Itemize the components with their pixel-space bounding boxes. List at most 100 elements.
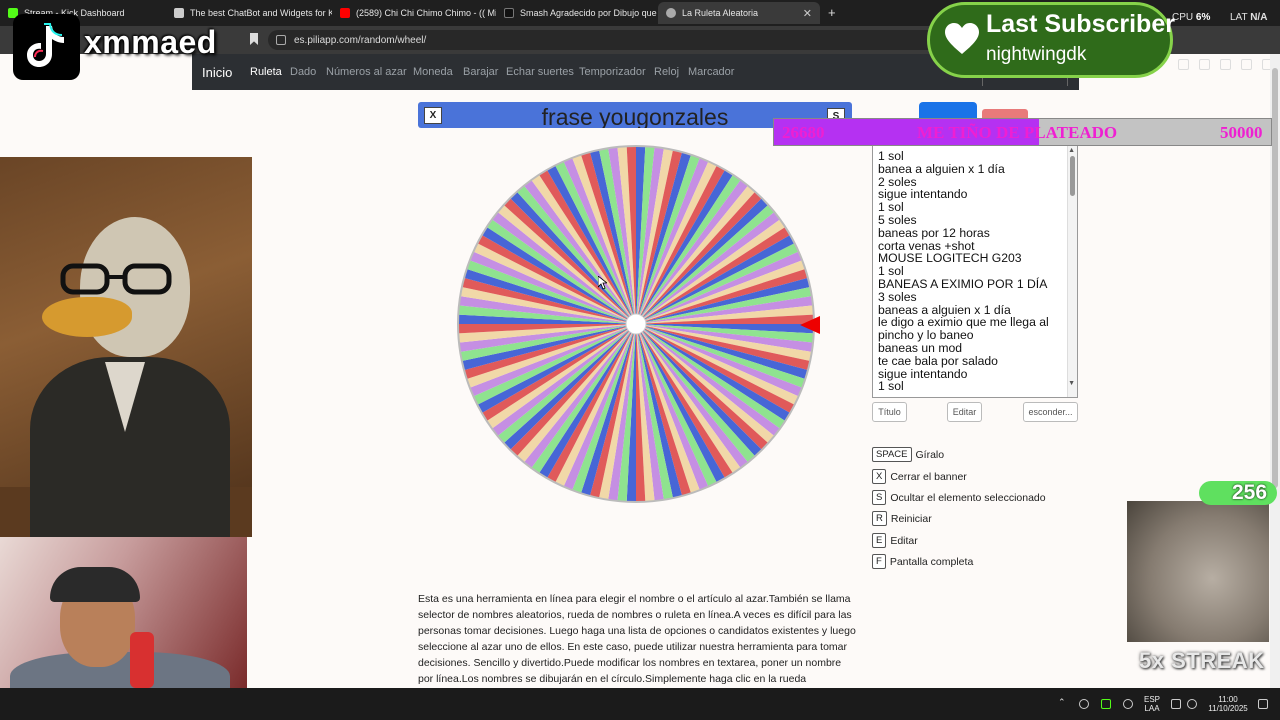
url-input[interactable]: es.piliapp.com/random/wheel/ <box>268 30 968 50</box>
glasses-icon <box>60 263 172 295</box>
shortcut-item: S Ocultar el elemento seleccionado <box>872 490 1046 505</box>
notification-icon[interactable] <box>1258 699 1268 709</box>
site-info-icon[interactable] <box>276 35 286 45</box>
url-text: es.piliapp.com/random/wheel/ <box>294 34 427 46</box>
duck-beak <box>42 297 132 337</box>
copilot-icon[interactable] <box>1220 59 1231 70</box>
sidebar-icon[interactable] <box>1178 59 1189 70</box>
options-list: 1 sol banea a alguien x 1 día 2 soles sigue… <box>873 146 1077 393</box>
option-item: 5 soles <box>878 212 917 227</box>
nav-home[interactable]: Inicio <box>202 65 232 80</box>
option-item: sigue intentando <box>878 366 968 381</box>
option-item: BANEAS A EXIMIO POR 1 DÍA <box>878 276 1048 291</box>
streamer-cap <box>50 567 140 602</box>
clock[interactable]: 11:00 11/10/2025 <box>1200 695 1256 713</box>
network-icon[interactable] <box>1171 699 1181 709</box>
option-item: 3 soles <box>878 289 917 304</box>
options-textarea[interactable]: 1 sol banea a alguien x 1 día 2 soles sigue… <box>872 145 1078 398</box>
lang-code: ESP <box>1143 695 1160 704</box>
shortcut-item: E Editar <box>872 533 918 548</box>
scroll-up-icon[interactable]: ▲ <box>1068 147 1075 154</box>
hide-button[interactable]: esconder... <box>1023 402 1078 422</box>
scroll-down-icon[interactable]: ▼ <box>1068 380 1075 387</box>
new-tab-icon[interactable]: + <box>828 5 836 20</box>
webcam-overlay <box>0 537 247 688</box>
duck-image-overlay <box>0 157 252 537</box>
scrollbar-thumb[interactable] <box>1070 156 1075 196</box>
nav-item-temporizador[interactable]: Temporizador <box>579 66 646 78</box>
nav-item-ruleta[interactable]: Ruleta <box>250 66 282 78</box>
kick-count: 256 <box>1232 481 1268 504</box>
tab-chatbot[interactable]: The best ChatBot and Widgets for Ki <box>166 2 332 24</box>
shortcut-item: F Pantalla completa <box>872 554 973 569</box>
tab-title: La Ruleta Aleatoria <box>682 8 759 18</box>
onedrive-icon[interactable] <box>1079 699 1089 709</box>
description-text: Esta es una herramienta en línea para el… <box>418 593 856 685</box>
shortcut-label: Reiniciar <box>890 512 932 525</box>
goal-label: ME TIÑO DE PLATEADO <box>917 123 1118 142</box>
shortcut-key: E <box>872 533 887 548</box>
chevron-up-icon[interactable]: ⌃ <box>1058 697 1068 707</box>
tab-title: (2589) Chi Chi Chimo Chimo - (( Mitc <box>356 8 496 18</box>
spin-wheel[interactable] <box>455 143 817 505</box>
nav-item-dado[interactable]: Dado <box>290 66 316 78</box>
wallet-icon[interactable] <box>1199 59 1210 70</box>
tiktok-icon <box>504 8 514 18</box>
cpu-value: 6% <box>1195 12 1211 23</box>
option-item: baneas un mod <box>878 340 963 355</box>
shortcut-item: SPACE Gíralo <box>872 447 944 462</box>
volume-icon[interactable] <box>1187 699 1197 709</box>
shortcut-key: R <box>872 511 887 526</box>
nav-item-echar-suertes[interactable]: Echar suertes <box>506 66 574 78</box>
page-scrollbar[interactable] <box>1270 54 1280 688</box>
cat-video-overlay <box>1127 501 1269 642</box>
shortcut-label: Pantalla completa <box>889 555 974 568</box>
shield-icon[interactable] <box>1241 59 1252 70</box>
shortcut-key: S <box>872 490 887 505</box>
windows-taskbar: ⌃ ESP LAA 11:00 11/10/2025 <box>0 688 1280 720</box>
edit-button[interactable]: Editar <box>947 402 982 422</box>
tab-title: Smash Agradecido por Dibujo que le <box>520 8 658 18</box>
goal-current: 26680 <box>782 123 825 142</box>
close-tab-icon[interactable]: ✕ <box>803 7 812 20</box>
streak-label: 5x STREAK <box>1139 648 1265 673</box>
page-scrollbar-thumb[interactable] <box>1272 68 1278 488</box>
lat-readout: LAT N/A <box>1230 12 1267 23</box>
nav-item-moneda[interactable]: Moneda <box>413 66 453 78</box>
nav-item-numeros[interactable]: Números al azar <box>326 66 407 78</box>
goal-max: 50000 <box>1220 123 1263 142</box>
title-button[interactable]: Título <box>872 402 907 422</box>
nav-item-marcador[interactable]: Marcador <box>688 66 734 78</box>
shortcut-item: X Cerrar el banner <box>872 469 967 484</box>
last-subscriber-title: Last Subscriber <box>986 10 1175 38</box>
options-scrollbar[interactable]: ▲ ▼ <box>1067 146 1077 397</box>
tab-la-ruleta[interactable]: La Ruleta Aleatoria ✕ <box>658 2 820 24</box>
cpu-label: CPU <box>1172 12 1194 23</box>
option-item: baneas por 12 horas <box>878 225 990 240</box>
clock-time: 11:00 <box>1218 695 1238 704</box>
goal-bar: 26680 ME TIÑO DE PLATEADO 50000 <box>773 118 1272 146</box>
clock-date: 11/10/2025 <box>1208 704 1248 713</box>
microphone-icon[interactable] <box>1123 699 1133 709</box>
shortcut-label: Cerrar el banner <box>890 470 967 483</box>
tab-youtube[interactable]: (2589) Chi Chi Chimo Chimo - (( Mitc <box>332 2 496 24</box>
kick-tray-icon[interactable] <box>1101 699 1111 709</box>
wheel-graphic[interactable] <box>455 143 817 505</box>
tab-tiktok[interactable]: Smash Agradecido por Dibujo que le <box>496 2 658 24</box>
heart-icon <box>945 23 979 54</box>
option-item: 1 sol <box>878 379 904 394</box>
tiktok-logo <box>13 14 80 80</box>
tab-title: The best ChatBot and Widgets for Ki <box>190 8 332 18</box>
option-item: sigue intentando <box>878 187 968 202</box>
option-item: MOUSE LOGITECH G203 <box>878 251 1022 266</box>
close-banner-button[interactable]: X <box>424 107 442 124</box>
option-item: 1 sol <box>878 149 904 163</box>
shortcut-key: X <box>872 469 887 484</box>
language-indicator[interactable]: ESP LAA <box>1142 695 1162 713</box>
screen: Stream - Kick Dashboard The best ChatBot… <box>0 0 1280 720</box>
shortcut-label: Gíralo <box>915 448 945 461</box>
wheel-pointer <box>800 316 820 334</box>
nav-item-barajar[interactable]: Barajar <box>463 66 498 78</box>
lang-layout: LAA <box>1144 704 1160 713</box>
nav-item-reloj[interactable]: Reloj <box>654 66 679 78</box>
